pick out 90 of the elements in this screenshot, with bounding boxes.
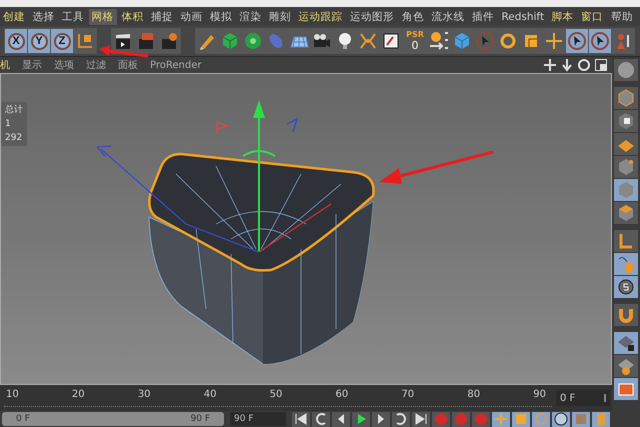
hud-text: 292: [5, 132, 23, 144]
move-view-icon[interactable]: [543, 58, 557, 72]
timeline-ruler[interactable]: 10 20 30 40 50 60 70 80 90: [4, 386, 552, 410]
s-circle-icon: [616, 277, 636, 297]
clapboard-icon: [113, 31, 133, 51]
playback-button[interactable]: [412, 412, 430, 426]
mouse-icon: [616, 254, 636, 274]
playback-button[interactable]: [532, 412, 550, 426]
menu-item[interactable]: 渲染: [236, 8, 264, 24]
viewport-menu-item[interactable]: ProRender: [150, 60, 202, 70]
window-icon[interactable]: [594, 58, 608, 72]
cursor-icon: [475, 31, 495, 51]
skip-start-icon: [293, 411, 309, 427]
move-icon: [493, 411, 509, 427]
viewport-menu-item[interactable]: 面板: [118, 58, 138, 72]
sidebar-tool-button[interactable]: [614, 276, 638, 298]
toolbar-button[interactable]: [566, 29, 588, 53]
menu-item[interactable]: 运动跟踪: [296, 8, 346, 24]
record-icon: [433, 411, 449, 427]
range-start-value: 0 F: [16, 414, 30, 424]
sidebar-tool-button[interactable]: [614, 110, 638, 132]
playback-button[interactable]: [392, 412, 410, 426]
cursor-icon: [567, 31, 587, 51]
tick-label: 50: [270, 389, 282, 400]
hud-text: 1: [5, 118, 12, 130]
menu-item[interactable]: 选择: [30, 8, 58, 24]
menu-item[interactable]: 捕捉: [148, 8, 176, 24]
menu-item[interactable]: 体积: [118, 8, 146, 24]
tick-label: 20: [72, 389, 85, 400]
psr-value: 0: [412, 40, 418, 52]
rotate-view-icon[interactable]: [577, 58, 591, 72]
playback-button[interactable]: [492, 412, 510, 426]
tick-label: 10: [6, 389, 19, 400]
frame-value: 0 F: [560, 392, 576, 404]
viewport-menu-item[interactable]: 过滤: [86, 58, 106, 72]
record-icon: [453, 411, 469, 427]
deformer-icon: [358, 31, 378, 51]
viewport-menu-item[interactable]: 显示: [22, 58, 42, 72]
tick-label: 90: [533, 389, 546, 400]
tick-label: 80: [467, 389, 480, 400]
clapboard-icon: [159, 31, 179, 51]
playback-button[interactable]: [332, 412, 350, 426]
axes-icon: [75, 31, 95, 51]
tick-label: 60: [336, 389, 348, 400]
menu-item[interactable]: 运动图形: [347, 8, 398, 24]
menu-item[interactable]: 角色: [398, 8, 427, 24]
sphere-arrow-icon: [429, 31, 449, 51]
tick-label: 40: [204, 389, 216, 400]
range-end-value: 90 F: [190, 414, 210, 424]
clapboard-icon: [136, 31, 156, 51]
menu-item[interactable]: 脚本: [548, 8, 577, 24]
axis-lock-button[interactable]: Y: [28, 29, 50, 53]
arrow-down-icon[interactable]: [560, 58, 574, 72]
menu-item[interactable]: 工具: [59, 8, 88, 24]
move-icon: [544, 31, 564, 51]
menu-item[interactable]: 窗口: [578, 8, 606, 24]
hud-text: 总计: [5, 104, 23, 116]
frame-range-control[interactable]: 0 F 90 F: [2, 412, 224, 426]
psr-label: PSR: [406, 30, 424, 40]
viewport-menu-item[interactable]: 机: [0, 58, 10, 72]
menu-item[interactable]: 动画: [177, 8, 206, 24]
playback-button[interactable]: [352, 412, 370, 426]
menu-item[interactable]: 帮助: [608, 8, 636, 24]
axis-lock-button[interactable]: Z: [51, 29, 73, 53]
end-frame-field[interactable]: 90 F: [230, 412, 286, 426]
skip-end-icon: [413, 411, 429, 427]
menu-item[interactable]: Redshift: [498, 10, 548, 24]
menu-item[interactable]: 流水线: [428, 8, 468, 24]
sidebar-tool-button[interactable]: [614, 332, 638, 354]
menu-item[interactable]: 雕刻: [266, 8, 294, 24]
rotate-icon: [533, 411, 549, 427]
cursor-icon: [590, 31, 610, 51]
viewport-menu-item[interactable]: 选项: [54, 58, 74, 72]
tick-label: 70: [401, 389, 414, 400]
menu-item[interactable]: 创建: [0, 8, 28, 24]
rotate-icon: [498, 31, 518, 51]
move-gizmo-drawing[interactable]: [96, 100, 332, 253]
end-frame-value: 90 F: [234, 414, 254, 424]
menu-item[interactable]: 网格: [88, 8, 117, 24]
menu-item[interactable]: 插件: [468, 8, 497, 24]
playback-button[interactable]: [312, 412, 330, 426]
current-frame-field[interactable]: 0 F: [556, 390, 610, 406]
annotation-arrow: [99, 45, 148, 58]
menu-item[interactable]: 模拟: [206, 8, 235, 24]
toolbar-button[interactable]: [589, 29, 611, 53]
playback-button[interactable]: [372, 412, 390, 426]
axis-lock-button[interactable]: X: [5, 29, 27, 53]
viewport[interactable]: 总计 1 292: [0, 73, 612, 385]
playback-button[interactable]: [292, 412, 310, 426]
tick-label: 30: [138, 389, 151, 400]
